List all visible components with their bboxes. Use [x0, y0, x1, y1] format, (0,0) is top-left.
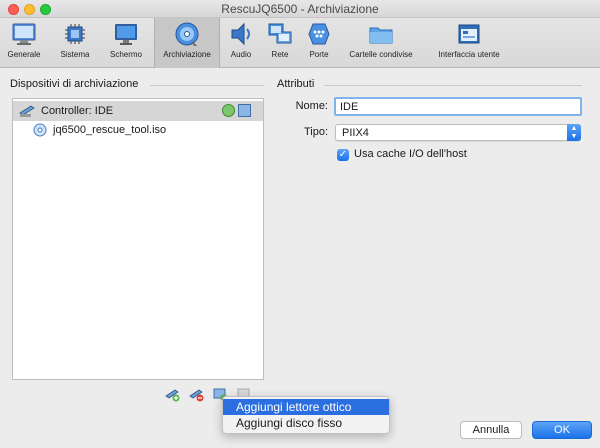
storage-devices-title: Dispositivi di archiviazione — [10, 78, 139, 90]
attributes-title: Attributi — [277, 78, 315, 90]
window-title: RescuJQ6500 - Archiviazione — [221, 2, 379, 16]
remove-controller-icon[interactable] — [188, 386, 204, 402]
network-icon — [268, 23, 292, 44]
title-bar: RescuJQ6500 - Archiviazione — [0, 0, 600, 18]
section-divider — [150, 85, 264, 86]
add-optical-small-icon[interactable] — [222, 104, 235, 117]
speaker-icon — [231, 22, 250, 46]
port-icon — [308, 23, 330, 45]
name-field[interactable]: IDE — [334, 97, 582, 116]
add-controller-icon[interactable] — [164, 386, 180, 402]
tab-generale[interactable]: Generale — [0, 18, 48, 68]
add-attachment-menu: Aggiungi lettore ottico Aggiungi disco f… — [222, 396, 390, 434]
type-select[interactable]: PIIX4 ▲ ▼ — [335, 124, 581, 141]
general-monitor-icon — [12, 23, 36, 45]
ok-button[interactable]: OK — [532, 421, 592, 439]
folder-icon — [369, 27, 393, 44]
controller-icon — [19, 105, 35, 117]
chip-icon — [65, 24, 85, 44]
settings-window: RescuJQ6500 - Archiviazione Generale Sis… — [0, 0, 600, 448]
type-label: Tipo: — [303, 126, 328, 138]
tab-schermo[interactable]: Schermo — [102, 18, 150, 68]
display-icon — [115, 24, 137, 45]
tab-archiviazione[interactable]: Archiviazione — [154, 18, 220, 68]
tab-interfaccia-utente[interactable]: Interfaccia utente — [428, 18, 510, 68]
tab-rete[interactable]: Rete — [262, 18, 298, 68]
ui-window-icon — [458, 24, 480, 44]
cancel-button[interactable]: Annulla — [460, 421, 522, 439]
storage-tree[interactable]: Controller: IDE jq6500_rescue_tool.iso — [12, 98, 264, 380]
menu-item-add-hard-disk[interactable]: Aggiungi disco fisso — [223, 415, 389, 431]
tree-row-iso[interactable]: jq6500_rescue_tool.iso — [13, 120, 263, 140]
name-label: Nome: — [295, 100, 328, 112]
settings-toolbar: Generale Sistema Schermo Archiviazione A… — [0, 18, 600, 68]
tab-cartelle-condivise[interactable]: Cartelle condivise — [342, 18, 420, 68]
tab-audio[interactable]: Audio — [224, 18, 258, 68]
select-arrows-icon: ▲ ▼ — [567, 124, 581, 141]
host-io-cache-label: Usa cache I/O dell'host — [354, 148, 467, 160]
type-select-value: PIIX4 — [342, 127, 369, 139]
tree-row-controller[interactable]: Controller: IDE — [13, 101, 263, 121]
tab-porte[interactable]: Porte — [300, 18, 338, 68]
tab-sistema[interactable]: Sistema — [52, 18, 98, 68]
attributes-divider — [324, 85, 582, 86]
storage-disk-icon — [175, 22, 199, 46]
add-hdd-small-icon[interactable] — [238, 104, 251, 117]
optical-disc-icon — [33, 123, 47, 137]
host-io-cache-checkbox[interactable]: ✓ — [337, 149, 349, 161]
menu-item-add-optical-drive[interactable]: Aggiungi lettore ottico — [223, 399, 389, 415]
